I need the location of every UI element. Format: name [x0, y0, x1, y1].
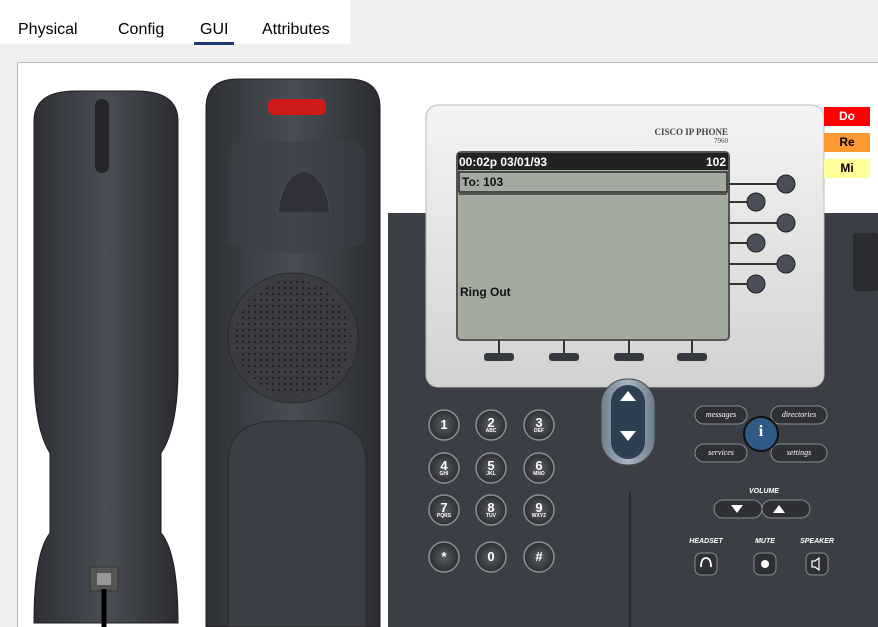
keypad-digit: 1: [440, 417, 448, 432]
screen-call-line: To: 103: [462, 175, 504, 189]
tab-config[interactable]: Config: [118, 21, 164, 39]
services-label: services: [708, 448, 734, 457]
side-button-do[interactable]: Do: [824, 107, 870, 126]
info-icon: i: [758, 423, 764, 440]
side-button-re-label: Re: [839, 135, 855, 149]
headset-button[interactable]: [694, 552, 718, 576]
side-button-mi[interactable]: Mi: [824, 159, 870, 178]
messages-label: messages: [705, 410, 737, 419]
tab-gui[interactable]: GUI: [193, 21, 236, 45]
screen-status: Ring Out: [460, 285, 511, 299]
phone-model: 7960: [714, 137, 728, 145]
volume-up-button[interactable]: [761, 499, 811, 519]
line-button-5[interactable]: [776, 254, 796, 274]
line-button-4[interactable]: [746, 233, 766, 253]
mute-label: MUTE: [755, 538, 775, 545]
keypad-letters: WXYZ: [531, 513, 547, 519]
side-button-do-label: Do: [839, 109, 855, 123]
keypad-letters: GHI: [439, 471, 449, 477]
softkey-3[interactable]: [614, 353, 644, 361]
keypad-digit: *: [441, 549, 447, 564]
speaker-button[interactable]: [805, 552, 829, 576]
softkey-4[interactable]: [677, 353, 707, 361]
speaker-label: SPEAKER: [800, 538, 834, 545]
line-button-2[interactable]: [746, 192, 766, 212]
line-button-1[interactable]: [776, 174, 796, 194]
keypad-letters: TUV: [486, 513, 496, 519]
mute-icon: [761, 560, 769, 568]
directories-label: directories: [781, 410, 817, 419]
headset-label: HEADSET: [689, 538, 723, 545]
keypad-digit: #: [535, 549, 543, 564]
line-button-3[interactable]: [776, 213, 796, 233]
tab-attributes[interactable]: Attributes: [262, 21, 330, 39]
keypad-letters: ABC: [485, 428, 497, 434]
keypad-digit: 0: [487, 549, 495, 564]
side-button-mi-label: Mi: [840, 161, 854, 175]
screen-extension: 102: [705, 155, 726, 169]
line-button-6[interactable]: [746, 274, 766, 294]
phone-brand: CISCO IP PHONE: [654, 127, 728, 137]
keypad-letters: DEF: [534, 428, 544, 434]
side-button-re[interactable]: Re: [824, 133, 870, 152]
keypad-letters: JKL: [486, 471, 496, 477]
settings-label: settings: [786, 448, 812, 457]
softkey-1[interactable]: [484, 353, 514, 361]
tab-bar: Physical Config GUI Attributes: [0, 0, 350, 45]
gui-panel: CISCO IP PHONE 7960 00:02p 03/01/93 102 …: [17, 62, 878, 627]
keypad-letters: PQRS: [436, 513, 452, 519]
screen-clock: 00:02p 03/01/93: [459, 155, 548, 169]
keypad-letters: MNO: [533, 471, 545, 477]
tab-physical[interactable]: Physical: [18, 21, 78, 39]
softkey-2[interactable]: [549, 353, 579, 361]
volume-label: VOLUME: [749, 488, 779, 495]
